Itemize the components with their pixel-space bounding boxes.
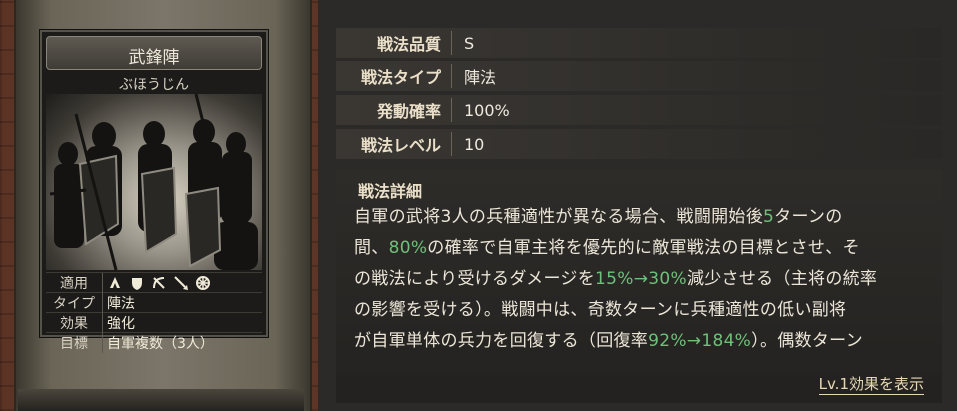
- card-row-effect: 効果 強化: [46, 312, 262, 333]
- description-segment: 自軍の武将3人の兵種適性が異なる場合、戦闘開始後: [354, 207, 764, 227]
- cavalry-icon: [110, 276, 120, 288]
- info-label: 戦法タイプ: [336, 64, 452, 88]
- detail-description: 自軍の武将3人の兵種適性が異なる場合、戦闘開始後5ターンの 間、80%の確率で自…: [354, 202, 938, 357]
- detail-label: 戦法詳細: [358, 182, 423, 201]
- card-row-target: 目標 自軍複数（3人）: [46, 332, 262, 353]
- card-row-value: 自軍複数（3人）: [107, 335, 214, 352]
- info-row-quality: 戦法品質 S: [336, 28, 942, 58]
- description-segment: ）。偶数ターン: [751, 331, 863, 351]
- tactic-name: 武鋒陣: [128, 48, 180, 68]
- troop-type-icons: [103, 275, 211, 291]
- info-label: 戦法品質: [336, 31, 452, 55]
- tactic-card: 武鋒陣 ぶほうじん 適用 タイプ 陣法 効果 強化 目標 自軍複数（3人）: [40, 30, 268, 353]
- tactic-artwork: [46, 94, 262, 270]
- info-row-type: 戦法タイプ 陣法: [336, 61, 942, 91]
- info-value: 10: [464, 134, 485, 154]
- info-label: 発動確率: [336, 98, 452, 122]
- bow-icon: [153, 276, 165, 289]
- highlight-value: 5: [763, 207, 775, 227]
- card-attributes: 適用 タイプ 陣法 効果 強化 目標 自軍複数（3人）: [46, 272, 262, 353]
- card-row-value: 強化: [107, 315, 135, 332]
- scroll-roller: [18, 389, 304, 411]
- card-title-bar: 武鋒陣: [46, 36, 262, 70]
- wheel-icon: [196, 275, 210, 290]
- card-row-type: タイプ 陣法: [46, 292, 262, 313]
- highlight-value: 80%: [388, 238, 428, 258]
- tactic-reading: ぶほうじん: [119, 77, 189, 93]
- card-row-applicable: 適用: [46, 272, 262, 293]
- highlight-value: 15%→30%: [595, 269, 687, 289]
- card-row-label: 適用: [46, 272, 103, 293]
- info-row-level: 戦法レベル 10: [336, 129, 942, 159]
- info-label: 戦法レベル: [336, 132, 452, 156]
- soldiers-silhouette: [49, 94, 258, 270]
- card-row-label: タイプ: [46, 292, 103, 313]
- highlight-value: 92%→184%: [648, 331, 752, 351]
- info-row-activation-rate: 発動確率 100%: [336, 95, 942, 125]
- show-lv1-effect-link[interactable]: Lv.1効果を表示: [818, 373, 924, 395]
- info-value: 陣法: [464, 68, 497, 87]
- tactic-detail-panel[interactable]: 戦法詳細 自軍の武将3人の兵種適性が異なる場合、戦闘開始後5ターンの 間、80%…: [336, 170, 942, 403]
- card-row-value: 陣法: [107, 295, 135, 312]
- card-row-label: 効果: [46, 312, 103, 333]
- shield-icon: [132, 277, 142, 290]
- spear-icon: [174, 275, 188, 290]
- info-value: S: [464, 33, 475, 53]
- card-row-label: 目標: [46, 332, 103, 353]
- info-value: 100%: [464, 100, 510, 120]
